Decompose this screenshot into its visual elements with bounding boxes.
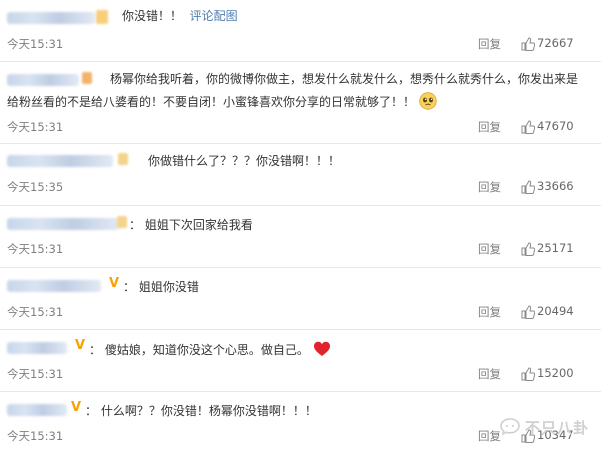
comment-text: ： 姐姐下次回家给我看 [129, 218, 253, 232]
blurred-username[interactable] [7, 155, 113, 167]
comment-item: ： 姐姐下次回家给我看 今天15:31 回复 25171 [0, 206, 601, 268]
comment-text: 你做错什么了？？？你没错啊！！！ [148, 154, 341, 168]
watermark: 不只八卦 [499, 413, 599, 441]
blurred-username[interactable] [7, 74, 79, 86]
comment-text-line: 杨幂你给我听着，你的微博你做主，想发什么就发什么，想秀什么就秀什么，你发出来是 [110, 72, 579, 86]
comment-item: V ： 姐姐你没错 今天15:31 回复 20494 [0, 268, 601, 330]
thumbs-up-icon[interactable] [521, 180, 535, 194]
verified-v-icon: V [109, 276, 120, 291]
like-count: 20494 [537, 304, 574, 318]
user-badge-icon [117, 216, 127, 228]
like-count: 15200 [537, 366, 574, 380]
comment-timestamp: 今天15:35 [7, 180, 64, 194]
red-heart-icon [313, 341, 330, 356]
thumbs-up-icon[interactable] [521, 367, 535, 381]
user-badge-icon [96, 10, 108, 24]
user-badge-icon [82, 72, 92, 84]
verified-v-icon: V [75, 338, 86, 353]
comment-timestamp: 今天15:31 [7, 242, 64, 256]
thumbs-up-icon[interactable] [521, 120, 535, 134]
comment-text: ： 傻姑娘，知道你没这个心思。做自己。 [89, 340, 331, 360]
comment-item: 你没错！！ 评论配图 今天15:31 回复 72667 [0, 0, 601, 62]
reply-button[interactable]: 回复 [478, 304, 501, 320]
like-count: 33666 [537, 179, 574, 193]
comment-timestamp: 今天15:31 [7, 37, 64, 51]
comment-text: 你没错！！ 评论配图 [122, 9, 238, 23]
thumbs-up-icon[interactable] [521, 305, 535, 319]
comment-text: ： 什么啊？？你没错！杨幂你没错啊！！！ [85, 404, 317, 418]
comment-item: 杨幂你给我听着，你的微博你做主，想发什么就发什么，想秀什么就秀什么，你发出来是 … [0, 62, 601, 144]
comment-item: V ： 傻姑娘，知道你没这个心思。做自己。 今天15:31 回复 15200 [0, 330, 601, 392]
thumbs-up-icon[interactable] [521, 242, 535, 256]
pleading-face-icon [419, 92, 437, 110]
comment-timestamp: 今天15:31 [7, 120, 64, 134]
reply-button[interactable]: 回复 [478, 366, 501, 382]
comment-item: 你做错什么了？？？你没错啊！！！ 今天15:35 回复 33666 [0, 144, 601, 206]
thumbs-up-icon[interactable] [521, 37, 535, 51]
comment-image-link[interactable]: 评论配图 [190, 9, 238, 23]
reply-button[interactable]: 回复 [478, 36, 501, 52]
like-count: 47670 [537, 119, 574, 133]
comment-timestamp: 今天15:31 [7, 367, 64, 381]
comment-text-line: 给粉丝看的不是给八婆看的！不要自闭！小蜜锋喜欢你分享的日常就够了！！ [7, 92, 437, 112]
comment-timestamp: 今天15:31 [7, 305, 64, 319]
like-count: 72667 [537, 36, 574, 50]
reply-button[interactable]: 回复 [478, 241, 501, 257]
blurred-username[interactable] [7, 342, 67, 354]
blurred-username[interactable] [7, 218, 119, 230]
blurred-username[interactable] [7, 280, 101, 292]
verified-v-icon: V [71, 400, 82, 415]
like-count: 25171 [537, 241, 574, 255]
reply-button[interactable]: 回复 [478, 179, 501, 195]
chat-bubble-icon [500, 418, 520, 436]
watermark-text: 不只八卦 [525, 418, 590, 437]
blurred-username[interactable] [7, 404, 67, 416]
reply-button[interactable]: 回复 [478, 119, 501, 135]
comment-text: ： 姐姐你没错 [123, 280, 199, 294]
reply-button[interactable]: 回复 [478, 428, 501, 444]
blurred-username[interactable] [7, 12, 95, 24]
comment-timestamp: 今天15:31 [7, 429, 64, 443]
user-badge-icon [118, 153, 128, 165]
